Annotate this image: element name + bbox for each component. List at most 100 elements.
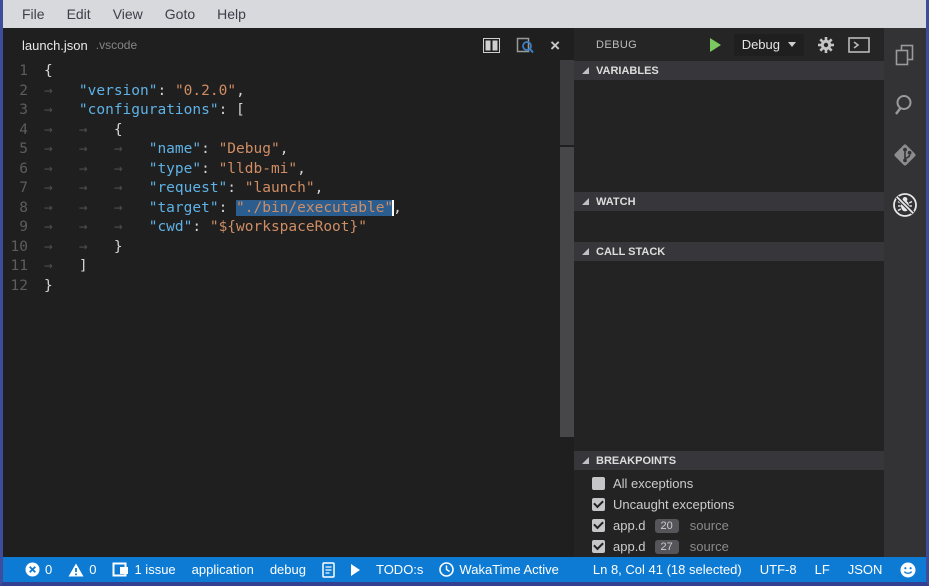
breakpoint-checkbox[interactable] xyxy=(592,498,605,511)
section-variables[interactable]: VARIABLES xyxy=(574,61,884,80)
code-line[interactable]: 4→→{ xyxy=(3,121,574,141)
debug-no-bug-icon[interactable] xyxy=(891,191,919,219)
breakpoint-item[interactable]: All exceptions xyxy=(574,473,884,494)
debug-config-value: Debug xyxy=(742,37,780,52)
menu-item-view[interactable]: View xyxy=(102,6,154,22)
menu-item-file[interactable]: File xyxy=(11,6,56,22)
line-number[interactable]: 10 xyxy=(3,238,44,258)
notes-document-icon[interactable] xyxy=(322,562,335,578)
breakpoint-detail: source xyxy=(690,539,729,554)
status-bar: 0 0 1 issue application debug xyxy=(3,557,926,582)
debug-panel-title: DEBUG xyxy=(596,39,637,51)
line-number[interactable]: 3 xyxy=(3,101,44,121)
status-application[interactable]: application xyxy=(192,562,254,577)
tab-whitespace-arrow: → xyxy=(44,121,79,141)
encoding-indicator[interactable]: UTF-8 xyxy=(760,562,797,577)
tab-whitespace-arrow: → xyxy=(114,218,149,238)
code-token: : xyxy=(227,180,244,196)
cursor-position[interactable]: Ln 8, Col 41 (18 selected) xyxy=(593,562,742,577)
line-number[interactable]: 1 xyxy=(3,62,44,82)
tab-filename[interactable]: launch.json xyxy=(22,38,88,53)
code-token: { xyxy=(44,63,53,79)
line-number[interactable]: 2 xyxy=(3,82,44,102)
code-line[interactable]: 1{ xyxy=(3,62,574,82)
line-number[interactable]: 9 xyxy=(3,218,44,238)
status-todos[interactable]: TODO:s xyxy=(376,562,423,577)
editor-scrollbar-thumb[interactable] xyxy=(560,147,574,437)
call-stack-body xyxy=(574,261,884,451)
code-token: "launch" xyxy=(245,180,315,196)
debug-toolbar: DEBUG Debug xyxy=(574,28,884,61)
breakpoint-item[interactable]: app.d27source xyxy=(574,536,884,557)
line-number[interactable]: 6 xyxy=(3,160,44,180)
line-number[interactable]: 8 xyxy=(3,199,44,219)
menu-item-help[interactable]: Help xyxy=(206,6,257,22)
breakpoint-item[interactable]: app.d20source xyxy=(574,515,884,536)
code-line[interactable]: 6→→→"type": "lldb-mi", xyxy=(3,160,574,180)
warning-count[interactable]: 0 xyxy=(68,562,96,577)
open-preview-icon[interactable] xyxy=(516,37,534,54)
breakpoint-checkbox[interactable] xyxy=(592,519,605,532)
close-editor-icon[interactable]: × xyxy=(550,37,560,54)
line-number[interactable]: 7 xyxy=(3,179,44,199)
line-number[interactable]: 5 xyxy=(3,140,44,160)
code-line[interactable]: 9→→→"cwd": "${workspaceRoot}" xyxy=(3,218,574,238)
configure-gear-icon[interactable] xyxy=(817,36,835,54)
debug-console-icon[interactable] xyxy=(848,37,870,53)
error-count[interactable]: 0 xyxy=(25,562,52,577)
code-line[interactable]: 11→] xyxy=(3,257,574,277)
run-task-play-icon[interactable] xyxy=(351,564,360,576)
tab-whitespace-arrow: → xyxy=(44,179,79,199)
language-mode[interactable]: JSON xyxy=(848,562,883,577)
status-wakatime[interactable]: WakaTime Active xyxy=(439,562,558,577)
section-watch[interactable]: WATCH xyxy=(574,192,884,211)
source-control-git-icon[interactable] xyxy=(891,141,919,169)
tab-whitespace-arrow: → xyxy=(44,257,79,277)
status-debug-mode[interactable]: debug xyxy=(270,562,306,577)
code-line[interactable]: 10→→} xyxy=(3,238,574,258)
search-icon[interactable] xyxy=(891,91,919,119)
breakpoint-label: All exceptions xyxy=(613,476,693,491)
line-number[interactable]: 12 xyxy=(3,277,44,297)
code-token: } xyxy=(44,278,53,294)
breakpoint-checkbox[interactable] xyxy=(592,477,605,490)
breakpoint-label: app.d xyxy=(613,539,646,554)
twistie-icon xyxy=(582,67,589,74)
line-number[interactable]: 11 xyxy=(3,257,44,277)
code-line[interactable]: 8→→→"target": "./bin/executable", xyxy=(3,199,574,219)
eol-indicator[interactable]: LF xyxy=(815,562,830,577)
start-debug-icon[interactable] xyxy=(710,38,721,52)
tab-whitespace-arrow: → xyxy=(114,140,149,160)
breakpoint-checkbox[interactable] xyxy=(592,540,605,553)
issues-indicator[interactable]: 1 issue xyxy=(112,562,175,578)
tab-whitespace-arrow: → xyxy=(79,179,114,199)
breakpoints-body: All exceptions Uncaught exceptionsapp.d20… xyxy=(574,470,884,557)
editor-scrollbar-top[interactable] xyxy=(560,60,574,145)
breakpoint-item[interactable]: Uncaught exceptions xyxy=(574,494,884,515)
explorer-files-icon[interactable] xyxy=(891,41,919,69)
code-area[interactable]: 1{2→"version": "0.2.0",3→"configurations… xyxy=(3,62,574,296)
feedback-smiley-icon[interactable] xyxy=(900,562,916,578)
code-line[interactable]: 7→→→"request": "launch", xyxy=(3,179,574,199)
tab-whitespace-arrow: → xyxy=(79,121,114,141)
editor-pane[interactable]: launch.json .vscode xyxy=(3,28,574,557)
section-call-stack[interactable]: CALL STACK xyxy=(574,242,884,261)
code-line[interactable]: 2→"version": "0.2.0", xyxy=(3,82,574,102)
split-editor-icon[interactable] xyxy=(483,38,500,53)
code-token: , xyxy=(297,161,306,177)
warning-triangle-icon xyxy=(68,563,84,577)
section-breakpoints[interactable]: BREAKPOINTS xyxy=(574,451,884,470)
tab-whitespace-arrow: → xyxy=(79,160,114,180)
code-token: : xyxy=(201,161,218,177)
menu-item-edit[interactable]: Edit xyxy=(56,6,102,22)
code-line[interactable]: 3→"configurations": [ xyxy=(3,101,574,121)
menu-item-goto[interactable]: Goto xyxy=(154,6,206,22)
code-line[interactable]: 12} xyxy=(3,277,574,297)
menu-bar: FileEditViewGotoHelp xyxy=(3,0,926,28)
code-line[interactable]: 5→→→"name": "Debug", xyxy=(3,140,574,160)
twistie-icon xyxy=(582,248,589,255)
debug-config-dropdown[interactable]: Debug xyxy=(734,34,804,56)
code-token: , xyxy=(393,200,402,216)
line-number[interactable]: 4 xyxy=(3,121,44,141)
editor-title-bar: launch.json .vscode xyxy=(3,28,574,62)
